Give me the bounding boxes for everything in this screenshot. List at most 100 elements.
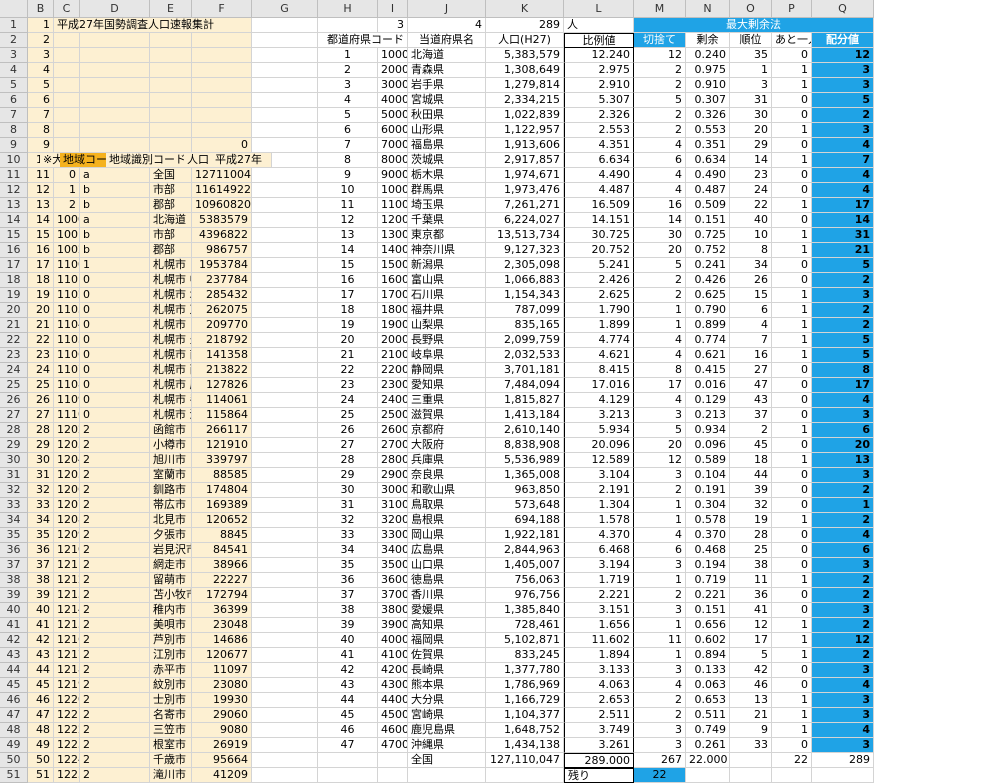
- prefecture-index-cell[interactable]: 7: [318, 138, 378, 153]
- region-name-cell[interactable]: 札幌市 清: [150, 408, 192, 423]
- remainder-cell[interactable]: 0.415: [686, 363, 730, 378]
- remainder-cell[interactable]: 0.063: [686, 678, 730, 693]
- region-id-cell[interactable]: 2: [80, 723, 150, 738]
- allocation-cell[interactable]: 3: [812, 123, 874, 138]
- prefecture-index-cell[interactable]: 24: [318, 393, 378, 408]
- prefecture-index-cell[interactable]: 15: [318, 258, 378, 273]
- region-code-cell[interactable]: 1104: [54, 318, 80, 333]
- region-name-cell[interactable]: 江別市: [150, 648, 192, 663]
- region-name-cell[interactable]: 網走市: [150, 558, 192, 573]
- region-code-cell[interactable]: 1001: [54, 228, 80, 243]
- population-cell[interactable]: 115864: [192, 408, 252, 423]
- prefecture-code-cell[interactable]: 3000: [378, 78, 408, 93]
- prefecture-code-cell[interactable]: 30000: [378, 483, 408, 498]
- allocation-cell[interactable]: 3: [812, 738, 874, 753]
- grid-cell[interactable]: [252, 408, 318, 423]
- prefecture-index-cell[interactable]: 34: [318, 543, 378, 558]
- plus-one-cell[interactable]: 0: [772, 168, 812, 183]
- population-cell[interactable]: 1,815,827: [486, 393, 564, 408]
- region-code-cell[interactable]: 1211: [54, 558, 80, 573]
- allocation-cell[interactable]: 8: [812, 363, 874, 378]
- row-header[interactable]: 41: [0, 618, 28, 633]
- prefecture-name-cell[interactable]: 熊本県: [408, 678, 486, 693]
- population-cell[interactable]: 9,127,323: [486, 243, 564, 258]
- prefecture-code-cell[interactable]: 9000: [378, 168, 408, 183]
- population-cell[interactable]: 2,099,759: [486, 333, 564, 348]
- population-cell[interactable]: 1,974,671: [486, 168, 564, 183]
- proportion-cell[interactable]: 20.752: [564, 243, 634, 258]
- region-name-cell[interactable]: 札幌市 西: [150, 363, 192, 378]
- prefecture-name-cell[interactable]: 山梨県: [408, 318, 486, 333]
- prefecture-index-cell[interactable]: 23: [318, 378, 378, 393]
- grid-cell[interactable]: [150, 108, 192, 123]
- prefecture-index-cell[interactable]: 35: [318, 558, 378, 573]
- prefecture-code-cell[interactable]: 40000: [378, 633, 408, 648]
- floor-cell[interactable]: 3: [634, 558, 686, 573]
- remainder-cell[interactable]: 0.351: [686, 138, 730, 153]
- population-cell[interactable]: 6,224,027: [486, 213, 564, 228]
- grid-cell[interactable]: [192, 33, 252, 48]
- prefecture-name-cell[interactable]: 宮城県: [408, 93, 486, 108]
- grid-cell[interactable]: [252, 243, 318, 258]
- region-name-cell[interactable]: 三笠市: [150, 723, 192, 738]
- plus-one-cell[interactable]: 0: [772, 498, 812, 513]
- region-id-cell[interactable]: 2: [80, 483, 150, 498]
- grid-cell[interactable]: [252, 393, 318, 408]
- population-cell[interactable]: 38966: [192, 558, 252, 573]
- rank-cell[interactable]: 28: [730, 528, 772, 543]
- region-name-cell[interactable]: 札幌市 北: [150, 288, 192, 303]
- row-index-cell[interactable]: 49: [28, 738, 54, 753]
- remainder-cell[interactable]: 0.511: [686, 708, 730, 723]
- row-index-cell[interactable]: 16: [28, 243, 54, 258]
- grid-cell[interactable]: [486, 768, 564, 783]
- prefecture-code-cell[interactable]: 46000: [378, 723, 408, 738]
- floor-cell[interactable]: 6: [634, 543, 686, 558]
- population-cell[interactable]: 833,245: [486, 648, 564, 663]
- allocation-cell[interactable]: 4: [812, 168, 874, 183]
- region-name-cell[interactable]: 千歳市: [150, 753, 192, 768]
- proportion-cell[interactable]: 2.975: [564, 63, 634, 78]
- grid-cell[interactable]: [252, 363, 318, 378]
- population-cell[interactable]: 218792: [192, 333, 252, 348]
- proportion-cell[interactable]: 6.468: [564, 543, 634, 558]
- plus-one-cell[interactable]: 0: [772, 678, 812, 693]
- plus-one-cell[interactable]: 0: [772, 588, 812, 603]
- column-header-C[interactable]: C: [54, 0, 80, 18]
- allocation-cell[interactable]: 3: [812, 663, 874, 678]
- row-index-cell[interactable]: 38: [28, 573, 54, 588]
- row-index-cell[interactable]: 2: [28, 33, 54, 48]
- population-cell[interactable]: 2,917,857: [486, 153, 564, 168]
- grid-cell[interactable]: [252, 663, 318, 678]
- rank-cell[interactable]: 24: [730, 183, 772, 198]
- grid-cell[interactable]: [318, 768, 378, 783]
- rank-cell[interactable]: 21: [730, 708, 772, 723]
- row-header[interactable]: 33: [0, 498, 28, 513]
- prefecture-index-cell[interactable]: 43: [318, 678, 378, 693]
- prefecture-name-cell[interactable]: 佐賀県: [408, 648, 486, 663]
- allocation-cell[interactable]: 5: [812, 258, 874, 273]
- grid-cell[interactable]: [80, 93, 150, 108]
- grid-cell[interactable]: [150, 33, 192, 48]
- prefecture-index-cell[interactable]: 28: [318, 453, 378, 468]
- remainder-cell[interactable]: 0.151: [686, 603, 730, 618]
- row-index-cell[interactable]: 5: [28, 78, 54, 93]
- population-cell[interactable]: 835,165: [486, 318, 564, 333]
- remainder-cell[interactable]: 0.468: [686, 543, 730, 558]
- plus-one-cell[interactable]: 1: [772, 513, 812, 528]
- plus-one-cell[interactable]: 1: [772, 288, 812, 303]
- allocation-cell[interactable]: 2: [812, 573, 874, 588]
- row-index-cell[interactable]: 19: [28, 288, 54, 303]
- population-cell[interactable]: 1,377,780: [486, 663, 564, 678]
- grid-cell[interactable]: [192, 78, 252, 93]
- grid-cell[interactable]: [150, 63, 192, 78]
- proportion-cell[interactable]: 2.625: [564, 288, 634, 303]
- prefecture-code-cell[interactable]: 14000: [378, 243, 408, 258]
- row-header[interactable]: 22: [0, 333, 28, 348]
- region-id-cell[interactable]: 2: [80, 648, 150, 663]
- column-header-N[interactable]: N: [686, 0, 730, 18]
- region-code-cell[interactable]: 1219: [54, 678, 80, 693]
- region-name-cell[interactable]: 滝川市: [150, 768, 192, 783]
- population-cell[interactable]: 2,844,963: [486, 543, 564, 558]
- row-index-cell[interactable]: 37: [28, 558, 54, 573]
- prefecture-name-cell[interactable]: 秋田県: [408, 108, 486, 123]
